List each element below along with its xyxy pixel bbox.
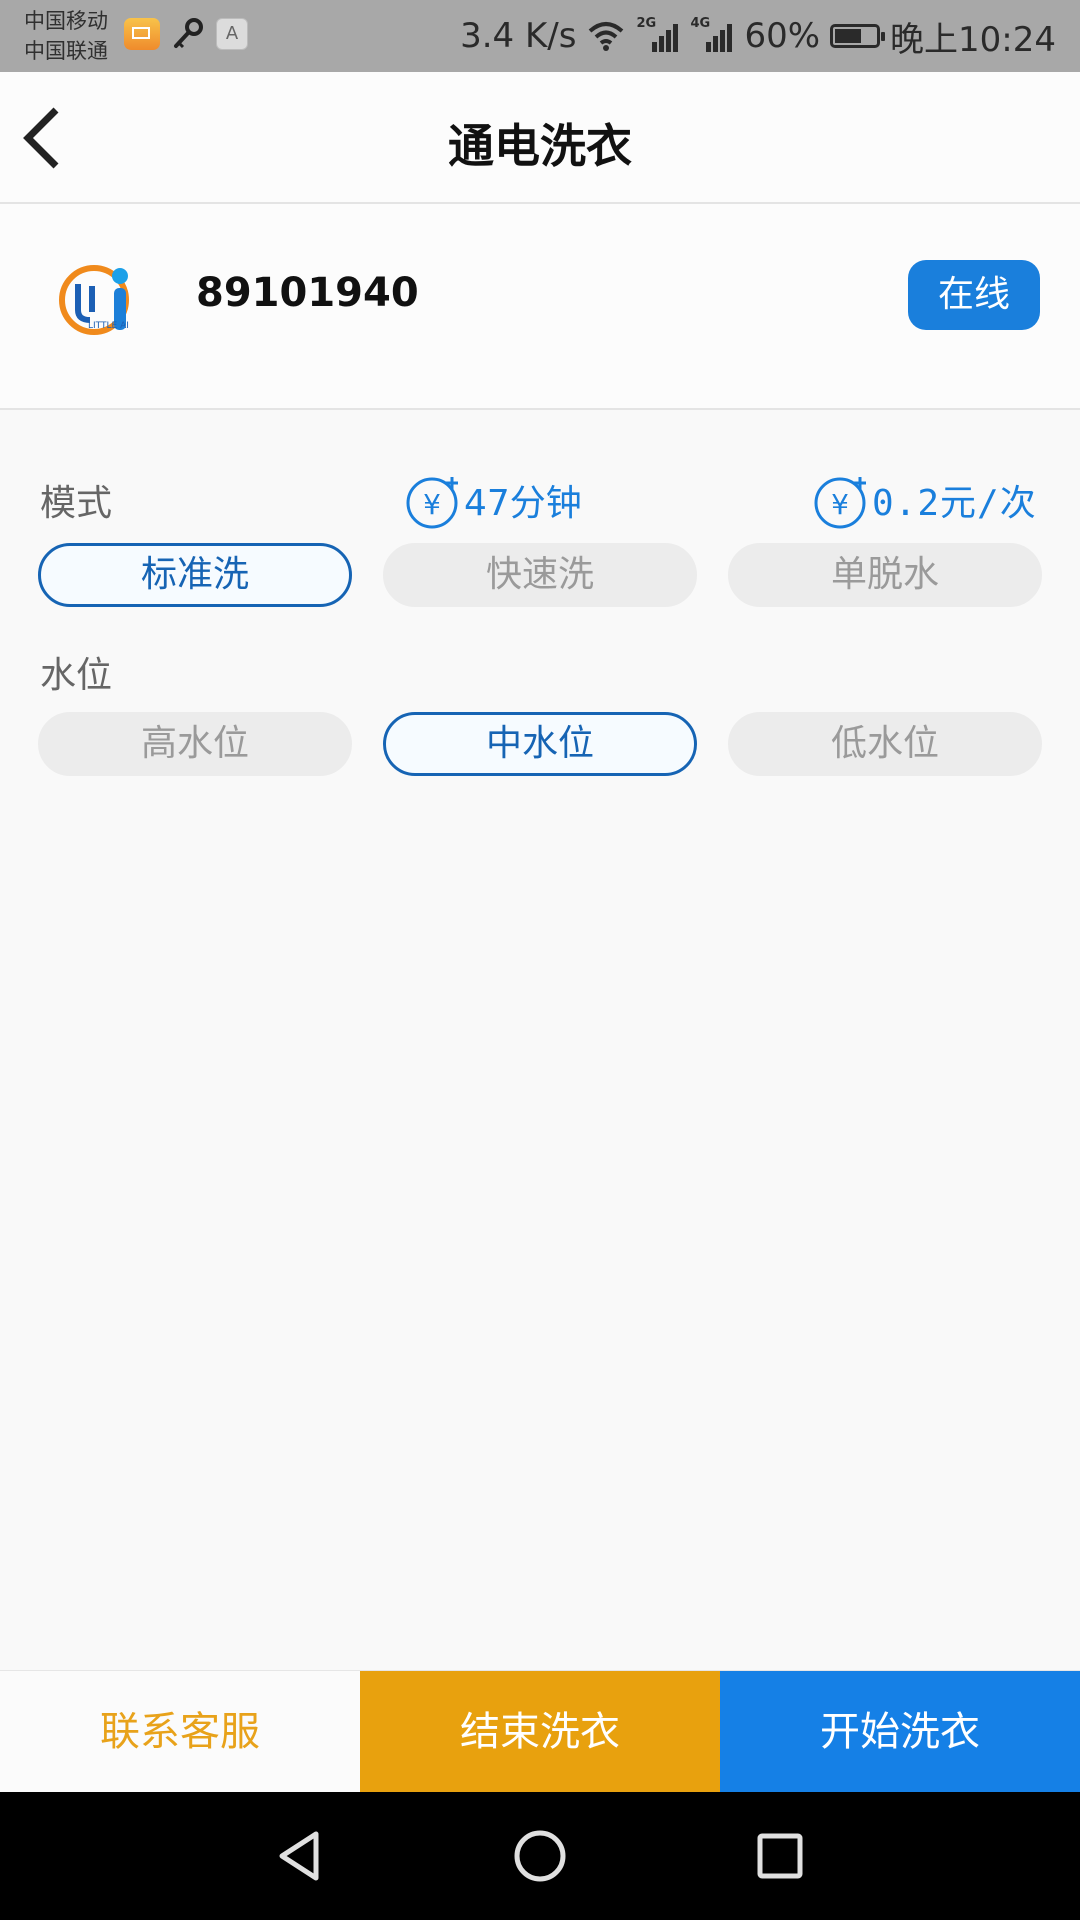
battery-percent: 60% [744,16,821,56]
contact-service-button[interactable]: 联系客服 [0,1671,360,1793]
screen: 中国移动 中国联通 A 3.4 K/s 2G 4G 60% 晚上10:24 通电… [0,0,1080,1920]
status-badge: 在线 [908,260,1040,330]
price-info: ¥ 0.2元/次 [812,470,1037,530]
water-option-high[interactable]: 高水位 [38,712,352,776]
water-level-label: 水位 [40,655,113,696]
device-id: 89101940 [196,270,419,316]
coin-icon: ¥ [814,477,866,529]
mode-option-standard[interactable]: 标准洗 [38,543,352,607]
battery-icon [830,24,886,48]
carrier-2: 中国联通 [24,39,108,63]
water-option-medium[interactable]: 中水位 [383,712,697,776]
signal-2g-label: 2G [636,16,657,31]
start-wash-button[interactable]: 开始洗衣 [720,1671,1080,1793]
device-info: LITTLE AI 89101940 在线 [0,204,1080,410]
signal-4g-label: 4G [690,16,711,31]
action-bar: 联系客服 结束洗衣 开始洗衣 [0,1670,1080,1793]
signal-2g-icon: 2G [636,16,680,54]
page-title: 通电洗衣 [448,119,632,173]
status-bar: 中国移动 中国联通 A 3.4 K/s 2G 4G 60% 晚上10:24 [0,0,1080,72]
price-value: 0.2元/次 [872,483,1037,524]
logo: LITTLE AI [59,265,129,335]
duration-value: 47分钟 [464,483,582,524]
carrier-1: 中国移动 [24,9,108,33]
status-right: 3.4 K/s 2G 4G 60% 晚上10:24 [460,0,1056,72]
mode-option-quick[interactable]: 快速洗 [383,543,697,607]
font-a-icon: A [216,18,248,50]
header: 通电洗衣 [0,72,1080,204]
signal-4g-icon: 4G [690,16,734,54]
end-wash-button[interactable]: 结束洗衣 [360,1671,720,1793]
svg-text:¥: ¥ [423,488,441,521]
back-triangle-icon[interactable] [270,1826,330,1886]
wifi-icon [589,22,624,51]
network-speed: 3.4 K/s [460,16,577,56]
logo-text: LITTLE AI [88,321,129,331]
svg-text:¥: ¥ [831,488,849,521]
carrier-names: 中国移动 中国联通 [24,6,108,66]
water-option-low[interactable]: 低水位 [728,712,1042,776]
mail-icon [124,18,160,50]
mode-option-spin[interactable]: 单脱水 [728,543,1042,607]
recents-square-icon[interactable] [750,1826,810,1886]
coin-icon: ¥ [406,477,458,529]
home-circle-icon[interactable] [510,1826,570,1886]
mode-label: 模式 [40,483,113,524]
system-nav-bar [0,1792,1080,1920]
clock: 晚上10:24 [890,19,1056,60]
key-icon [174,18,203,49]
duration-info: ¥ 47分钟 [404,470,582,530]
